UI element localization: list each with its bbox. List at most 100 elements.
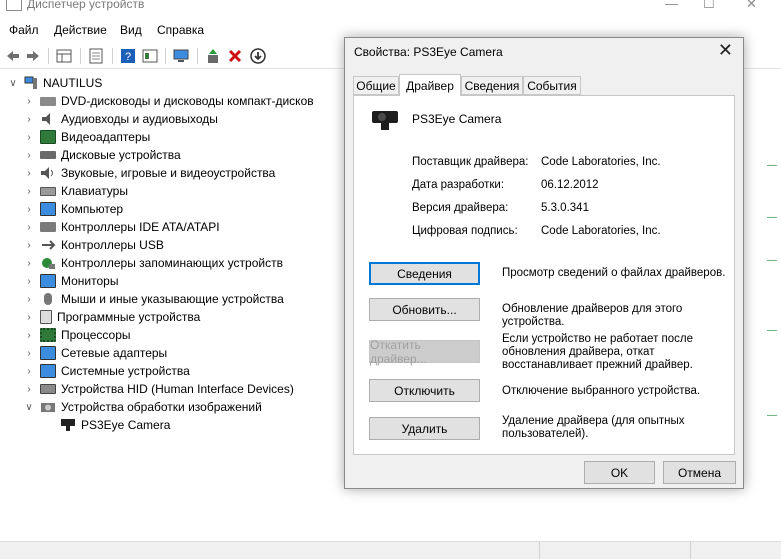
usb-icon [42,240,56,250]
chevron-down-icon[interactable]: ∨ [24,402,34,413]
status-cell [690,542,691,559]
version-value: 5.3.0.341 [541,202,589,214]
toolbar-separator [80,48,81,64]
tree-item-sound[interactable]: › Звуковые, игровые и видеоустройства [24,164,275,182]
tree-item-label: Звуковые, игровые и видеоустройства [61,166,276,180]
tree-item-usb[interactable]: › Контроллеры USB [24,236,164,254]
tree-item-label: Мониторы [61,274,119,288]
chevron-right-icon[interactable]: › [24,96,34,107]
chevron-right-icon[interactable]: › [24,114,34,125]
device-name: PS3Eye Camera [412,112,502,126]
tree-item-monitors[interactable]: › Мониторы [24,272,118,290]
properties-grid-icon[interactable] [56,48,72,64]
background-glyph: — [767,160,777,171]
tree-item-hid[interactable]: › Устройства HID (Human Interface Devices… [24,380,294,398]
delete-icon[interactable] [227,48,243,64]
maximize-icon[interactable]: ☐ [703,0,715,12]
chevron-right-icon[interactable]: › [24,384,34,395]
tree-item-mice[interactable]: › Мыши и иные указывающие устройства [24,290,283,308]
provider-label: Поставщик драйвера: [412,156,529,168]
device-manager-icon [6,0,22,11]
menu-help[interactable]: Справка [157,23,204,37]
dialog-title: Свойства: PS3Eye Camera [354,45,503,59]
properties-dialog: Свойства: PS3Eye Camera ✕ Общие Драйвер … [344,37,744,489]
dialog-close-icon[interactable]: ✕ [718,40,733,61]
view-icon[interactable] [142,48,158,64]
tree-root[interactable]: ∨ NAUTILUS [8,74,102,92]
monitor-scan-icon[interactable] [173,48,189,64]
tree-item-storage[interactable]: › Контроллеры запоминающих устройств [24,254,283,272]
ok-button[interactable]: OK [584,461,655,484]
title-bar: Диспетчер устройств — ☐ ✕ [0,0,781,14]
tree-root-label: NAUTILUS [43,76,103,90]
chevron-right-icon[interactable]: › [24,258,34,269]
toolbar-separator [165,48,166,64]
rollback-driver-button[interactable]: Откатить драйвер... [369,338,480,366]
tree-item-label: Дисковые устройства [61,148,181,162]
tree-item-cpu[interactable]: › Процессоры [24,326,131,344]
chevron-right-icon[interactable]: › [24,168,34,179]
chevron-right-icon[interactable]: › [24,222,34,233]
tree-item-disks[interactable]: › Дисковые устройства [24,146,181,164]
chevron-right-icon[interactable]: › [24,366,34,377]
chevron-right-icon[interactable]: › [24,204,34,215]
chevron-right-icon[interactable]: › [24,294,34,305]
tree-item-label: Сетевые адаптеры [61,346,168,360]
status-bar [0,541,781,559]
network-adapter-icon [40,346,56,360]
tree-item-label: Устройства обработки изображений [61,400,262,414]
chevron-down-icon[interactable]: ∨ [8,78,18,89]
chevron-right-icon[interactable]: › [24,312,34,323]
tree-item-audio-io[interactable]: › Аудиовходы и аудиовыходы [24,110,218,128]
date-value: 06.12.2012 [541,179,599,191]
uninstall-driver-button[interactable]: Удалить [369,417,480,440]
monitor-icon [40,202,56,216]
tab-events[interactable]: События [523,76,581,95]
tree-item-video-adapters[interactable]: › Видеоадаптеры [24,128,150,146]
update-driver-icon[interactable] [205,48,221,64]
status-cell [539,542,540,559]
help-icon[interactable]: ? [120,48,136,64]
menu-action[interactable]: Действие [54,23,107,37]
tab-details[interactable]: Сведения [461,76,523,95]
driver-details-button[interactable]: Сведения [369,262,480,285]
tree-item-computer[interactable]: › Компьютер [24,200,123,218]
background-glyph: — [767,255,777,266]
tree-item-software[interactable]: › Программные устройства [24,308,200,326]
menu-file[interactable]: Файл [9,23,39,37]
chevron-right-icon[interactable]: › [24,240,34,251]
disable-device-button[interactable]: Отключить [369,379,480,402]
back-arrow-icon[interactable] [5,48,21,64]
chevron-right-icon[interactable]: › [24,330,34,341]
chevron-right-icon[interactable]: › [24,348,34,359]
tree-item-label: Клавиатуры [61,184,128,198]
tree-item-imaging[interactable]: ∨ Устройства обработки изображений [24,398,262,416]
tree-item-system[interactable]: › Системные устройства [24,362,190,380]
forward-arrow-icon[interactable] [25,48,41,64]
minimize-icon[interactable]: — [665,0,678,11]
uninstall-driver-description: Удаление драйвера (для опытных пользоват… [502,415,685,440]
update-driver-button[interactable]: Обновить... [369,298,480,321]
chevron-right-icon[interactable]: › [24,276,34,287]
sheet-icon[interactable] [88,48,104,64]
tab-driver[interactable]: Драйвер [399,74,461,96]
tree-item-ide[interactable]: › Контроллеры IDE ATA/ATAPI [24,218,219,236]
chevron-right-icon[interactable]: › [24,132,34,143]
chevron-right-icon[interactable]: › [24,150,34,161]
tree-item-ps3eye[interactable]: PS3Eye Camera [60,416,170,434]
driver-panel: PS3Eye Camera Поставщик драйвера: Code L… [353,95,735,455]
cancel-button[interactable]: Отмена [663,461,736,484]
tab-general[interactable]: Общие [353,76,399,95]
chevron-right-icon[interactable]: › [24,186,34,197]
tree-item-keyboards[interactable]: › Клавиатуры [24,182,128,200]
close-icon[interactable]: ✕ [746,0,757,12]
monitor-icon [40,274,56,288]
menu-view[interactable]: Вид [120,23,142,37]
driver-details-description: Просмотр сведений о файлах драйверов. [502,267,726,279]
background-glyph: — [767,212,777,223]
tree-item-network[interactable]: › Сетевые адаптеры [24,344,167,362]
tree-item-dvd[interactable]: › DVD-дисководы и дисководы компакт-диско… [24,92,313,110]
download-icon[interactable] [250,48,266,64]
provider-value: Code Laboratories, Inc. [541,156,661,168]
tree-item-label: Видеоадаптеры [61,130,151,144]
